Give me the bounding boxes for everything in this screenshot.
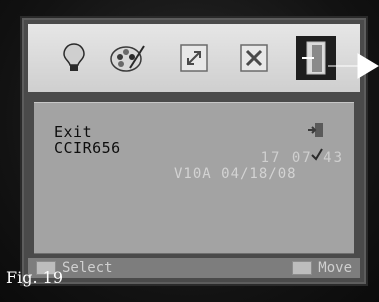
tools-icon[interactable] (236, 40, 272, 76)
osd-icon-bar (28, 24, 360, 92)
osd-menu: Exit CCIR656 17 07 43 V10A 04/18/08 Sele… (22, 18, 366, 284)
clock-readout: 17 07 43 (260, 150, 344, 166)
palette-icon[interactable] (110, 40, 146, 76)
pointer-arrow-icon (328, 53, 379, 79)
lightbulb-icon[interactable] (56, 40, 92, 76)
osd-status-bar: Select Move (28, 258, 360, 278)
select-label: Select (62, 260, 113, 276)
resize-icon[interactable] (176, 40, 212, 76)
version-readout: V10A 04/18/08 (174, 166, 297, 182)
exit-small-icon (308, 123, 323, 137)
figure-label: Fig. 19 (6, 268, 63, 287)
move-key-icon (292, 261, 313, 275)
move-label: Move (318, 260, 352, 276)
ccir-label: CCIR656 (54, 139, 121, 157)
move-hint: Move (292, 260, 352, 276)
